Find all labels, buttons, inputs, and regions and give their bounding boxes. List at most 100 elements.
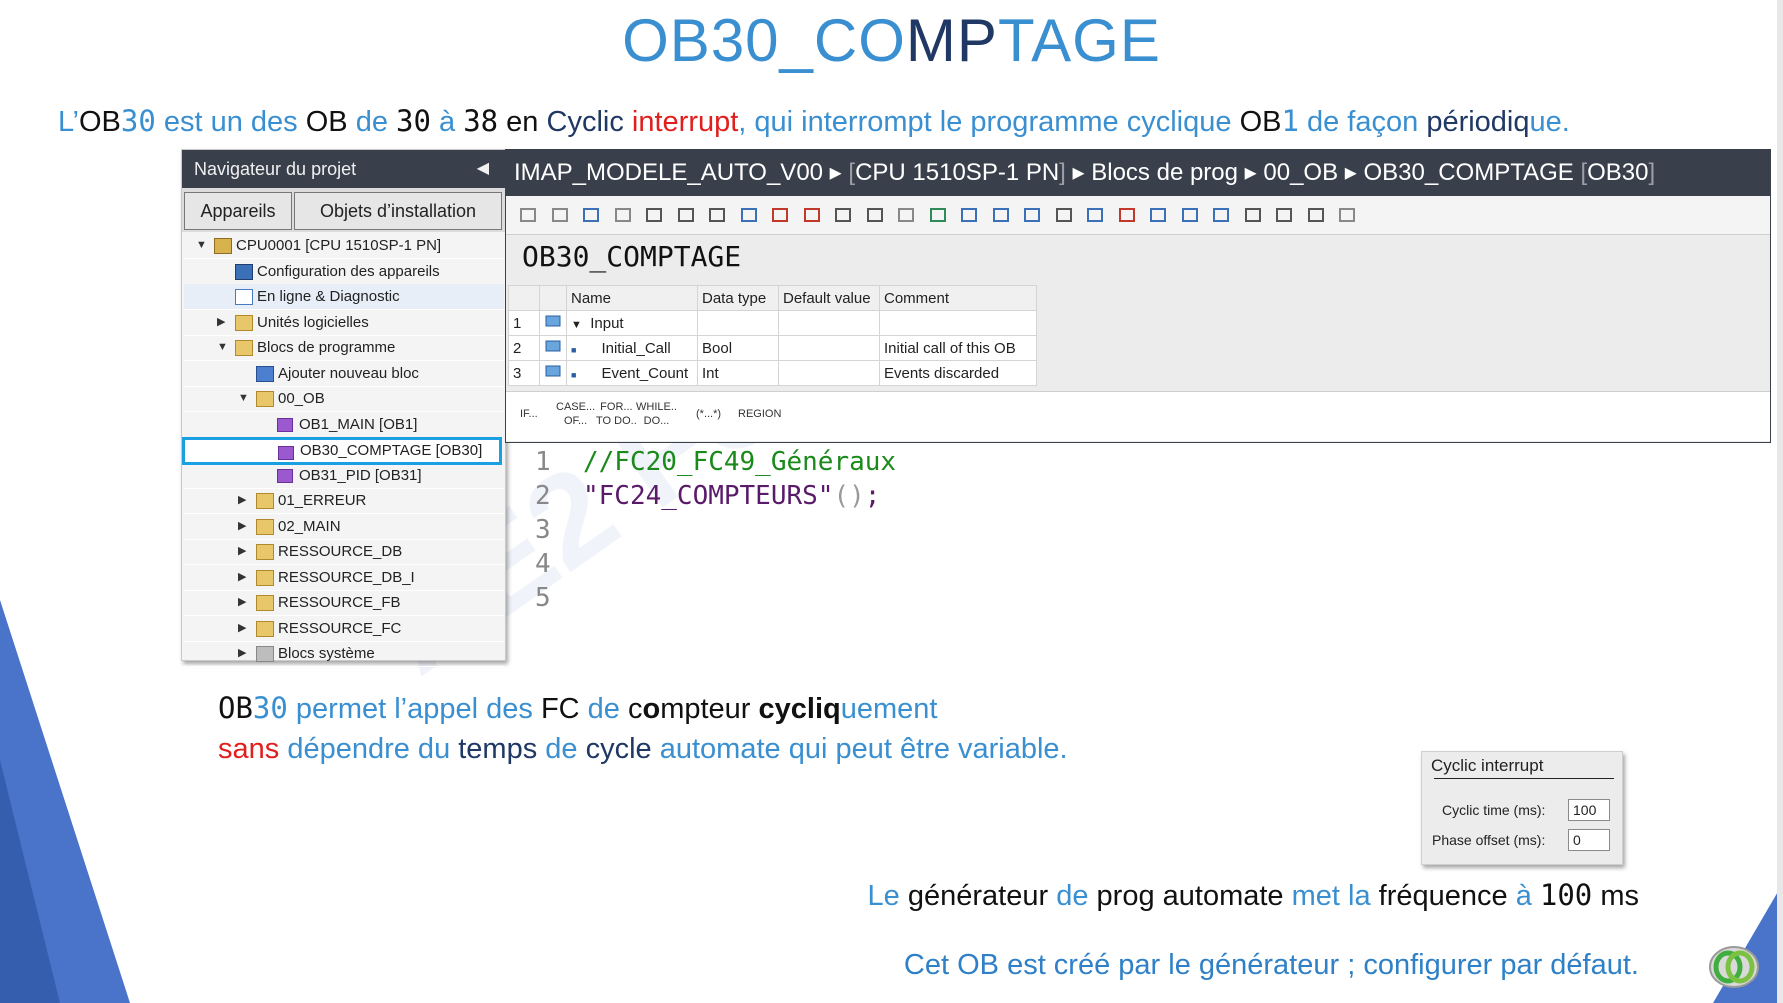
tree-item[interactable]: ▼ CPU0001 [CPU 1510SP-1 PN] bbox=[184, 233, 504, 259]
toolbar-button-icon[interactable] bbox=[581, 205, 601, 225]
folder-icon bbox=[256, 595, 274, 611]
tree-item[interactable]: ▶ Blocs système bbox=[184, 641, 504, 667]
block-icon bbox=[278, 446, 294, 460]
expand-twisty-icon[interactable]: ▶ bbox=[238, 514, 246, 539]
toolbar-button-icon[interactable] bbox=[613, 205, 633, 225]
tree-item[interactable]: ▶ RESSOURCE_FC bbox=[184, 616, 504, 642]
code-line[interactable]: 5 bbox=[535, 581, 896, 615]
code-line[interactable]: 3 bbox=[535, 513, 896, 547]
toolbar-button-icon[interactable] bbox=[802, 205, 822, 225]
interface-table: Name Data type Default value Comment 1 ▼… bbox=[508, 285, 1037, 386]
tree-item[interactable]: En ligne & Diagnostic bbox=[184, 284, 504, 310]
tree-item[interactable]: ▶ 01_ERREUR bbox=[184, 488, 504, 514]
folder-icon bbox=[256, 391, 274, 407]
instruction-button[interactable]: IF... bbox=[520, 407, 538, 421]
tree-item-label: Unités logicielles bbox=[257, 313, 369, 331]
expand-arrow-icon[interactable]: ▼ bbox=[571, 319, 582, 331]
expand-twisty-icon[interactable]: ▶ bbox=[238, 641, 246, 666]
toolbar-button-icon[interactable] bbox=[1054, 205, 1074, 225]
toolbar-button-icon[interactable] bbox=[770, 205, 790, 225]
tree-item[interactable]: ▶ RESSOURCE_FB bbox=[184, 590, 504, 616]
cyclic-time-field[interactable]: 100 bbox=[1568, 799, 1610, 821]
tree-item[interactable]: ▼ 00_OB bbox=[184, 386, 504, 412]
code-line[interactable]: 2 "FC24_COMPTEURS"(); bbox=[535, 479, 896, 513]
code-line[interactable]: 4 bbox=[535, 547, 896, 581]
collapse-twisty-icon[interactable]: ▼ bbox=[217, 335, 228, 360]
instruction-button[interactable]: CASE... OF... bbox=[556, 400, 595, 428]
instruction-button[interactable]: REGION bbox=[738, 407, 781, 421]
tree-item[interactable]: ▶ RESSOURCE_DB bbox=[184, 539, 504, 565]
tree-item[interactable]: OB31_PID [OB31] bbox=[184, 463, 504, 489]
toolbar-button-icon[interactable] bbox=[707, 205, 727, 225]
toolbar-button-icon[interactable] bbox=[676, 205, 696, 225]
toolbar-button-icon[interactable] bbox=[644, 205, 664, 225]
tree-item[interactable]: Ajouter nouveau bloc bbox=[184, 361, 504, 387]
project-navigator: Navigateur du projet ◀ Appareils Objets d… bbox=[181, 149, 506, 667]
tree-item[interactable]: OB1_MAIN [OB1] bbox=[184, 412, 504, 438]
expand-twisty-icon[interactable]: ▶ bbox=[217, 310, 225, 335]
tree-item-label: 02_MAIN bbox=[278, 517, 341, 535]
toolbar-button-icon[interactable] bbox=[959, 205, 979, 225]
instruction-label: FOR... bbox=[600, 401, 633, 413]
description-text: OB30 permet l’appel des FC de compteur c… bbox=[218, 691, 1068, 765]
folder-icon bbox=[235, 314, 253, 331]
table-row[interactable]: 1 ▼ Input bbox=[508, 310, 1037, 336]
expand-twisty-icon[interactable]: ▶ bbox=[238, 488, 246, 513]
toolbar-button-icon[interactable] bbox=[1022, 205, 1042, 225]
block-editor: IMAP_MODELE_AUTO_V00 ▸ [CPU 1510SP-1 PN]… bbox=[505, 149, 1771, 443]
toolbar-button-icon[interactable] bbox=[1337, 205, 1357, 225]
toolbar-button-icon[interactable] bbox=[518, 205, 538, 225]
tree-item-label: RESSOURCE_FB bbox=[278, 594, 401, 611]
collapse-twisty-icon[interactable]: ▼ bbox=[196, 233, 207, 258]
code-line[interactable]: 1//FC20_FC49_Généraux bbox=[535, 445, 896, 479]
tree-item[interactable]: OB30_COMPTAGE [OB30] bbox=[182, 437, 502, 465]
toolbar-button-icon[interactable] bbox=[1211, 205, 1231, 225]
tree-item-label: OB1_MAIN [OB1] bbox=[299, 415, 418, 433]
block-icon bbox=[277, 468, 293, 483]
interface-param-icon bbox=[545, 315, 561, 327]
code-area[interactable]: 1//FC20_FC49_Généraux 2 "FC24_COMPTEURS"(… bbox=[535, 445, 896, 615]
toolbar-button-icon[interactable] bbox=[550, 205, 570, 225]
toolbar-button-icon[interactable] bbox=[1117, 205, 1137, 225]
cyclic-title: Cyclic interrupt bbox=[1431, 756, 1544, 775]
instruction-sublabel: DO... bbox=[643, 415, 670, 427]
cfg-icon bbox=[235, 263, 253, 280]
toolbar-button-icon[interactable] bbox=[991, 205, 1011, 225]
tree-item-label: OB31_PID [OB31] bbox=[299, 466, 422, 484]
toolbar-button-icon[interactable] bbox=[739, 205, 759, 225]
tree-item-label: 00_OB bbox=[278, 390, 325, 407]
expand-twisty-icon[interactable]: ▶ bbox=[238, 590, 246, 615]
expand-twisty-icon[interactable]: ▶ bbox=[238, 616, 246, 641]
instruction-button[interactable]: (*...*) bbox=[696, 407, 721, 421]
toolbar-button-icon[interactable] bbox=[1148, 205, 1168, 225]
collapse-twisty-icon[interactable]: ▼ bbox=[238, 386, 249, 411]
sys-icon bbox=[256, 646, 274, 662]
tree-item[interactable]: ▶ 02_MAIN bbox=[184, 514, 504, 540]
toolbar-button-icon[interactable] bbox=[896, 205, 916, 225]
toolbar-button-icon[interactable] bbox=[1180, 205, 1200, 225]
toolbar-button-icon[interactable] bbox=[1243, 205, 1263, 225]
editor-toolbar bbox=[506, 196, 1770, 235]
tree-item[interactable]: Configuration des appareils bbox=[184, 259, 504, 285]
toolbar-button-icon[interactable] bbox=[1085, 205, 1105, 225]
tree-item[interactable]: ▶ Unités logicielles bbox=[184, 310, 504, 336]
instruction-button[interactable]: WHILE.. DO... bbox=[636, 400, 677, 428]
toolbar-button-icon[interactable] bbox=[1306, 205, 1326, 225]
expand-twisty-icon[interactable]: ▶ bbox=[238, 539, 246, 564]
toolbar-button-icon[interactable] bbox=[928, 205, 948, 225]
instruction-button[interactable]: FOR... TO DO.. bbox=[596, 400, 637, 428]
toolbar-button-icon[interactable] bbox=[1274, 205, 1294, 225]
collapse-arrow-icon[interactable]: ◀ bbox=[477, 150, 489, 188]
tree-item[interactable]: ▶ RESSOURCE_DB_I bbox=[184, 565, 504, 591]
tree-item[interactable]: ▼ Blocs de programme bbox=[184, 335, 504, 361]
toolbar-button-icon[interactable] bbox=[833, 205, 853, 225]
table-row[interactable]: 3 ■ Event_Count Int Events discarded bbox=[508, 360, 1037, 386]
toolbar-button-icon[interactable] bbox=[865, 205, 885, 225]
folder-icon bbox=[256, 518, 274, 535]
tab-appareils[interactable]: Appareils bbox=[184, 192, 292, 230]
cyclic-time-label: Cyclic time (ms): bbox=[1442, 802, 1546, 818]
table-row[interactable]: 2 ■ Initial_Call Bool Initial call of th… bbox=[508, 335, 1037, 361]
expand-twisty-icon[interactable]: ▶ bbox=[238, 565, 246, 590]
tab-objets-installation[interactable]: Objets d’installation bbox=[294, 192, 502, 230]
phase-offset-field[interactable]: 0 bbox=[1568, 829, 1610, 851]
